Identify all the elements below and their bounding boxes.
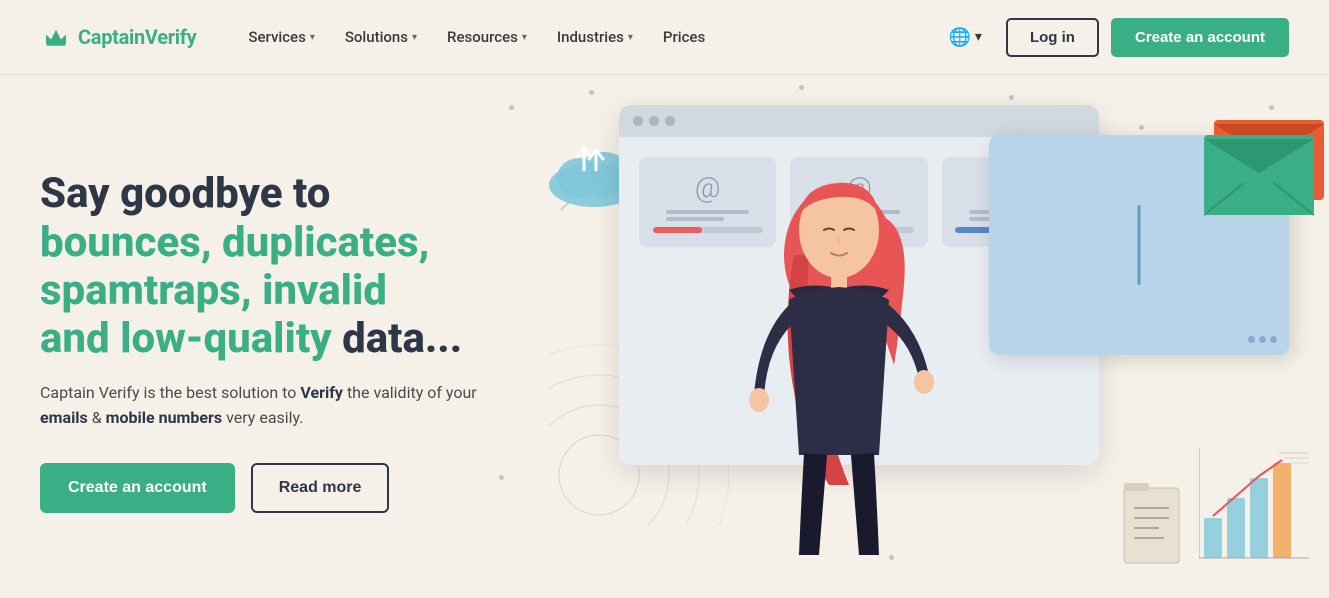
envelope-illustration (1204, 95, 1329, 225)
monitor-dot-3 (1270, 336, 1277, 343)
nav-resources[interactable]: Resources ▾ (435, 20, 539, 54)
create-account-button-hero[interactable]: Create an account (40, 463, 235, 513)
nav-industries[interactable]: Industries ▾ (545, 20, 645, 54)
character-illustration (719, 135, 949, 555)
deco-dot-7 (499, 475, 504, 480)
progress-bar-1 (653, 227, 702, 233)
document-illustration (1114, 478, 1194, 578)
language-selector[interactable]: 🌐 ▾ (937, 19, 994, 56)
hero-desc-mobile: mobile numbers (106, 408, 222, 427)
deco-dot-1 (509, 105, 514, 110)
header-right: 🌐 ▾ Log in Create an account (937, 18, 1290, 57)
hero-title-line3: spamtraps, invalid (40, 266, 387, 315)
hero-illustration: @ @ (489, 75, 1329, 598)
hero-title: Say goodbye to bounces, duplicates, spam… (40, 170, 480, 363)
hero-content: Say goodbye to bounces, duplicates, spam… (40, 170, 480, 512)
hero-desc-suffix: very easily. (222, 408, 303, 427)
hero-title-line1: Say goodbye to (40, 169, 330, 218)
hero-title-data: data... (342, 314, 462, 363)
login-button[interactable]: Log in (1006, 18, 1099, 57)
browser-dot-2 (649, 116, 659, 126)
hero-description: Captain Verify is the best solution to V… (40, 380, 480, 431)
hero-title-line2: bounces, duplicates, (40, 218, 429, 267)
hero-desc-prefix: Captain Verify is the best solution to (40, 383, 300, 402)
hero-buttons: Create an account Read more (40, 463, 480, 513)
monitor-dot-2 (1259, 336, 1266, 343)
site-header: CaptainVerify Services ▾ Solutions ▾ Res… (0, 0, 1329, 75)
globe-icon: 🌐 (949, 27, 971, 48)
deco-dot-5 (1139, 125, 1144, 130)
nav-resources-chevron: ▾ (522, 32, 527, 43)
hero-desc-emails: emails (40, 408, 88, 427)
logo-icon (40, 21, 72, 53)
hero-desc-verify: Verify (300, 383, 343, 402)
lang-chevron: ▾ (975, 29, 982, 45)
hero-desc-middle: the validity of your (343, 383, 477, 402)
deco-dot-2 (589, 90, 594, 95)
browser-bar (619, 105, 1099, 137)
nav-solutions-label: Solutions (345, 28, 408, 46)
deco-dot-4 (1009, 95, 1014, 100)
nav-prices[interactable]: Prices (651, 20, 717, 54)
nav-industries-label: Industries (557, 28, 624, 46)
nav-services-chevron: ▾ (310, 32, 315, 43)
header-left: CaptainVerify Services ▾ Solutions ▾ Res… (40, 20, 717, 54)
chart-illustration (1199, 448, 1319, 568)
nav-solutions[interactable]: Solutions ▾ (333, 20, 429, 54)
main-nav: Services ▾ Solutions ▾ Resources ▾ Indus… (236, 20, 717, 54)
browser-dot-3 (665, 116, 675, 126)
read-more-button[interactable]: Read more (251, 463, 390, 513)
deco-dot-3 (799, 85, 804, 90)
nav-services-label: Services (248, 28, 305, 46)
nav-resources-label: Resources (447, 28, 518, 46)
nav-industries-chevron: ▾ (628, 32, 633, 43)
logo[interactable]: CaptainVerify (40, 21, 196, 53)
nav-services[interactable]: Services ▾ (236, 20, 326, 54)
hero-title-line4: and low-quality (40, 314, 332, 363)
at-symbol-1: @ (695, 171, 721, 204)
deco-dot-8 (889, 555, 894, 560)
monitor-dots (1248, 336, 1277, 343)
nav-prices-label: Prices (663, 28, 705, 46)
hero-desc-and: & (88, 408, 106, 427)
nav-solutions-chevron: ▾ (412, 32, 417, 43)
browser-dot-1 (633, 116, 643, 126)
logo-text: CaptainVerify (78, 25, 196, 49)
line-1b (666, 217, 724, 221)
create-account-button-header[interactable]: Create an account (1111, 18, 1289, 57)
hero-section: Say goodbye to bounces, duplicates, spam… (0, 75, 1329, 598)
monitor-dot-1 (1248, 336, 1255, 343)
monitor-line (1138, 205, 1141, 285)
